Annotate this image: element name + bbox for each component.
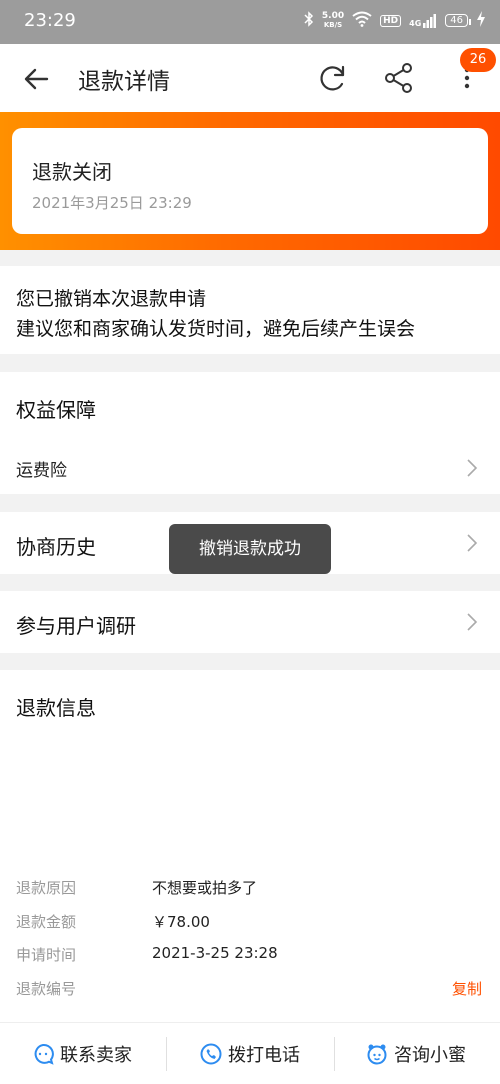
hd-badge: HD <box>380 14 402 27</box>
refund-info-title: 退款信息 <box>16 696 96 720</box>
status-bar: 23:29 5.00 KB/S HD 4G 46 <box>0 0 500 44</box>
user-survey-row[interactable]: 参与用户调研 <box>0 591 500 653</box>
ask-assistant-button[interactable]: 咨询小蜜 <box>366 1023 466 1084</box>
refresh-icon[interactable] <box>316 61 350 95</box>
refund-amount-value: ￥78.00 <box>152 913 210 931</box>
refund-reason-value: 不想要或拍多了 <box>152 879 258 897</box>
chat-icon <box>34 1043 54 1065</box>
ask-assistant-label: 咨询小蜜 <box>394 1045 466 1066</box>
shipping-insurance-row[interactable]: 运费险 <box>0 444 500 488</box>
bluetooth-icon <box>304 11 314 30</box>
status-time: 23:29 <box>24 10 76 31</box>
divider <box>166 1037 167 1071</box>
refund-status-datetime: 2021年3月25日 23:29 <box>32 194 192 212</box>
toast-message: 撤销退款成功 <box>169 524 331 574</box>
phone-icon <box>200 1043 222 1065</box>
history-title: 协商历史 <box>16 535 96 559</box>
refund-number-label: 退款编号 <box>16 980 77 998</box>
bottom-action-bar: 联系卖家 拨打电话 咨询小蜜 <box>0 1022 500 1084</box>
signal-label: 4G <box>409 18 422 28</box>
wifi-icon <box>352 11 372 30</box>
refund-status-banner: 退款关闭 2021年3月25日 23:29 <box>0 112 500 250</box>
share-icon[interactable] <box>382 61 416 95</box>
shipping-insurance-label: 运费险 <box>16 461 67 481</box>
charging-icon <box>476 11 486 30</box>
contact-seller-label: 联系卖家 <box>60 1045 132 1066</box>
notification-badge[interactable]: 26 <box>460 48 496 72</box>
assistant-icon <box>367 1044 387 1065</box>
notice-line-1: 您已撤销本次退款申请 <box>16 288 207 310</box>
chevron-right-icon <box>467 534 478 552</box>
contact-seller-button[interactable]: 联系卖家 <box>32 1023 132 1084</box>
benefits-title: 权益保障 <box>16 398 96 422</box>
net-speed-value: 5.00 <box>321 10 345 21</box>
battery-indicator: 46 <box>445 14 471 27</box>
refund-info-section: 退款信息 退款原因 不想要或拍多了 退款金额 ￥78.00 申请时间 2021-… <box>0 670 500 1022</box>
survey-title: 参与用户调研 <box>16 614 136 638</box>
call-button[interactable]: 拨打电话 <box>200 1023 300 1084</box>
copy-button[interactable]: 复制 <box>452 978 482 999</box>
back-arrow-icon[interactable] <box>20 62 54 96</box>
refund-reason-label: 退款原因 <box>16 879 77 897</box>
chevron-right-icon <box>467 459 478 477</box>
net-speed-unit: KB/S <box>323 20 343 29</box>
chevron-right-icon <box>467 613 478 631</box>
refund-status-title: 退款关闭 <box>32 160 112 184</box>
refund-amount-label: 退款金额 <box>16 913 77 931</box>
call-label: 拨打电话 <box>228 1045 300 1066</box>
nav-bar: 退款详情 26 <box>0 44 500 112</box>
net-speed: 5.00 KB/S <box>321 10 345 30</box>
notice-section: 您已撤销本次退款申请 建议您和商家确认发货时间，避免后续产生误会 <box>0 266 500 354</box>
apply-time-label: 申请时间 <box>16 946 77 964</box>
signal-icon: 4G <box>409 13 437 28</box>
benefits-section: 权益保障 运费险 <box>0 372 500 494</box>
notice-line-2: 建议您和商家确认发货时间，避免后续产生误会 <box>16 318 416 340</box>
apply-time-value: 2021-3-25 23:28 <box>152 944 278 962</box>
divider <box>334 1037 335 1071</box>
refund-status-card: 退款关闭 2021年3月25日 23:29 <box>12 128 488 234</box>
status-icons: 5.00 KB/S HD 4G 46 <box>304 11 486 30</box>
page-title: 退款详情 <box>78 69 170 95</box>
